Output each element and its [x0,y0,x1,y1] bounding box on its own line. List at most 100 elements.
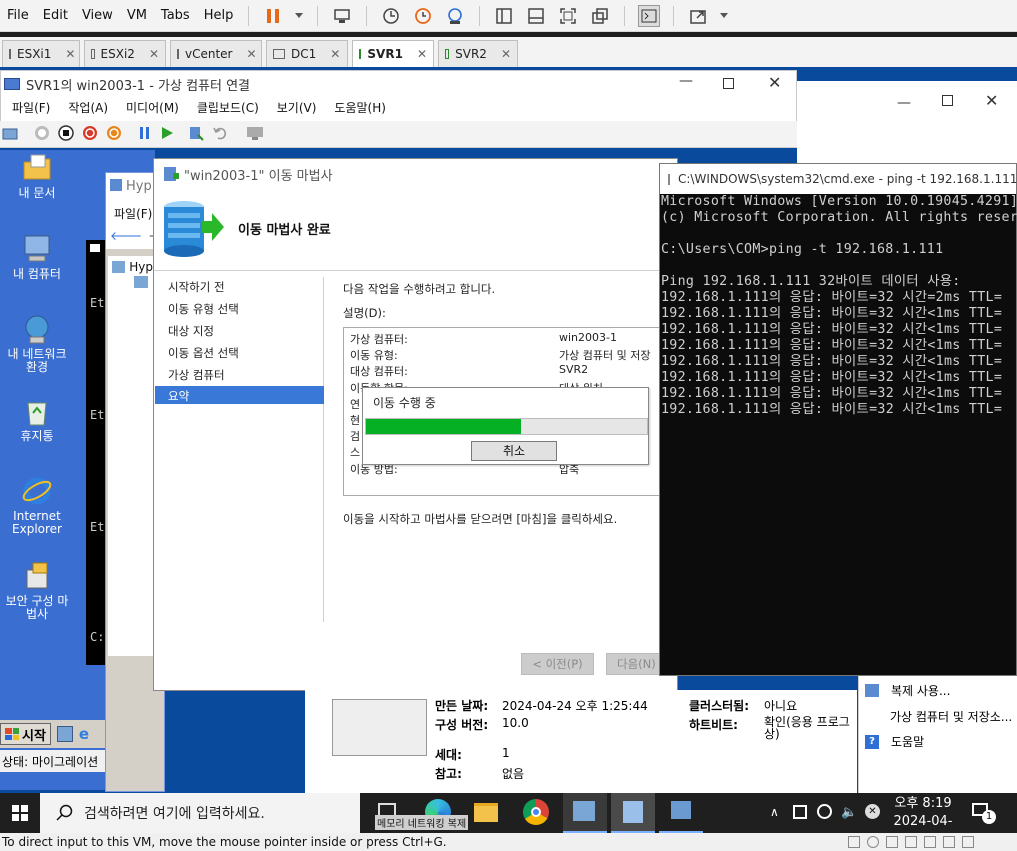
desktop-icon-ie[interactable]: Internet Explorer [2,475,72,536]
terminal-icon[interactable] [638,4,661,27]
windows-start-button[interactable] [0,793,40,833]
nav-item-virtual-machine[interactable]: 가상 컴퓨터 [168,367,225,383]
menu-vm[interactable]: VM [120,8,154,23]
tab-dc1[interactable]: DC1 ✕ [266,40,348,67]
notes-label: 참고: [435,767,462,781]
vmconn-menu-view[interactable]: 보기(V) [277,99,317,119]
nav-item-move-type[interactable]: 이동 유형 선택 [168,301,239,317]
close-icon[interactable]: ✕ [501,47,511,61]
action-label: 가상 컴퓨터 및 저장소... [890,710,1013,724]
tree-child[interactable] [108,274,153,291]
menu-tabs[interactable]: Tabs [154,8,197,23]
minimize-icon[interactable]: — [897,95,911,111]
taskbar-search-box[interactable]: 검색하려면 여기에 입력하세요. [40,793,360,833]
vmconn-title: SVR1의 win2003-1 - 가상 컴퓨터 연결 [26,78,251,94]
tree-root[interactable]: Hyp [108,256,153,274]
close-icon[interactable]: ✕ [149,47,159,61]
close-icon[interactable]: ✕ [985,91,998,110]
vmconn-menu-media[interactable]: 미디어(M) [126,99,179,119]
close-icon[interactable]: ✕ [247,47,257,61]
taskbar-app-vmconnect[interactable] [611,793,655,833]
console-view-icon[interactable] [525,5,547,27]
start-button[interactable]: 시작 [0,723,51,745]
chrome-icon[interactable] [523,799,549,825]
divider [624,5,626,26]
checkpoint-icon[interactable] [188,125,204,144]
action-move[interactable]: 가상 컴퓨터 및 저장소... [890,708,1012,725]
tab-svr1[interactable]: SVR1 ✕ [352,40,434,67]
ctrl-alt-del-icon[interactable] [2,126,18,143]
internet-explorer-icon[interactable]: e [79,725,89,743]
pause-icon[interactable] [138,126,152,143]
enhanced-session-icon[interactable] [246,125,264,144]
action-help[interactable]: ? 도움말 [865,733,924,750]
nav-item-destination[interactable]: 대상 지정 [168,323,214,339]
desktop-icon-my-documents[interactable]: 내 문서 [2,152,72,200]
fullscreen-icon[interactable] [557,5,579,27]
maximize-icon[interactable] [723,78,734,89]
chevron-down-icon[interactable] [294,5,304,27]
close-circle-icon[interactable]: ✕ [865,804,880,819]
sidebar-icon[interactable] [493,5,515,27]
shutdown-icon[interactable] [82,125,98,144]
chevron-down-icon[interactable] [719,5,729,27]
vmconn-menu-file[interactable]: 파일(F) [12,99,50,119]
tab-vcenter[interactable]: vCenter ✕ [170,40,262,67]
hyperv-menu-file[interactable]: 파일(F) [114,207,152,221]
tab-esxi2[interactable]: ESXi2 ✕ [84,40,166,67]
notification-center-button[interactable]: 1 [970,801,996,825]
globe-icon[interactable] [817,804,832,819]
tab-esxi1[interactable]: ESXi1 ✕ [2,40,80,67]
close-icon[interactable]: ✕ [65,47,75,61]
pause-icon[interactable] [262,5,284,27]
action-enable-replication[interactable]: 복제 사용... [865,682,950,699]
menu-edit[interactable]: Edit [36,8,75,23]
summary-key: 가상 컴퓨터: [350,333,408,346]
volume-icon[interactable]: 🔈 [841,805,857,820]
nav-item-summary[interactable]: 요약 [155,386,324,404]
minimize-icon[interactable]: — [679,73,693,89]
nav-item-move-options[interactable]: 이동 옵션 선택 [168,345,239,361]
search-placeholder: 검색하려면 여기에 입력하세요. [84,806,265,822]
prev-button[interactable]: < 이전(P) [521,653,594,675]
wizard-icon [164,167,179,181]
send-ctrl-alt-del-icon[interactable] [331,5,353,27]
menu-view[interactable]: View [75,8,120,23]
back-icon[interactable]: 🡐 [110,228,142,249]
taskbar-app-hyperv[interactable] [563,793,607,833]
desktop-icon-my-computer[interactable]: 내 컴퓨터 [2,233,72,281]
close-icon[interactable]: ✕ [330,47,340,61]
cmd-window[interactable]: C:\WINDOWS\system32\cmd.exe - ping -t 19… [659,163,1017,676]
close-icon[interactable]: ✕ [417,47,427,61]
snapshot-manager-icon[interactable] [444,5,466,27]
maximize-icon[interactable] [942,95,953,106]
file-explorer-icon[interactable] [474,803,498,822]
revert-snapshot-icon[interactable] [412,5,434,27]
unity-icon[interactable] [589,5,611,27]
vmconn-menu-clipboard[interactable]: 클립보드(C) [197,99,259,119]
taskbar-app-cmd[interactable] [659,793,703,833]
stretch-icon[interactable] [687,5,709,27]
tray-app-icon[interactable] [793,805,807,819]
vmconn-menu-help[interactable]: 도움말(H) [334,99,386,119]
vmconn-menu-action[interactable]: 작업(A) [68,99,108,119]
menu-help[interactable]: Help [197,8,241,23]
turn-off-icon[interactable] [58,124,74,144]
quicklaunch-icon[interactable] [56,726,73,742]
cancel-button[interactable]: 취소 [471,441,557,461]
tab-svr2[interactable]: SVR2 ✕ [438,40,518,67]
desktop-icon-network[interactable]: 내 네트워크 환경 [2,313,72,374]
revert-icon[interactable] [212,125,228,144]
tray-chevron-icon[interactable]: ∧ [770,805,779,819]
start-vm-icon[interactable] [34,125,50,144]
snapshot-icon[interactable] [380,5,402,27]
desktop-icon-security-wizard[interactable]: 보안 구성 마법사 [2,560,72,621]
close-icon[interactable]: ✕ [768,73,781,92]
desktop-icon-recycle-bin[interactable]: 휴지통 [2,395,72,443]
nav-item-before-you-begin[interactable]: 시작하기 전 [168,279,225,295]
cmd-line: 192.168.1.111의 응답: 바이트=32 시간<1ms TTL= [661,306,1003,321]
resume-icon[interactable] [160,126,174,143]
tab-label: vCenter [185,47,233,61]
menu-file[interactable]: File [0,8,36,23]
save-state-icon[interactable] [106,125,122,144]
